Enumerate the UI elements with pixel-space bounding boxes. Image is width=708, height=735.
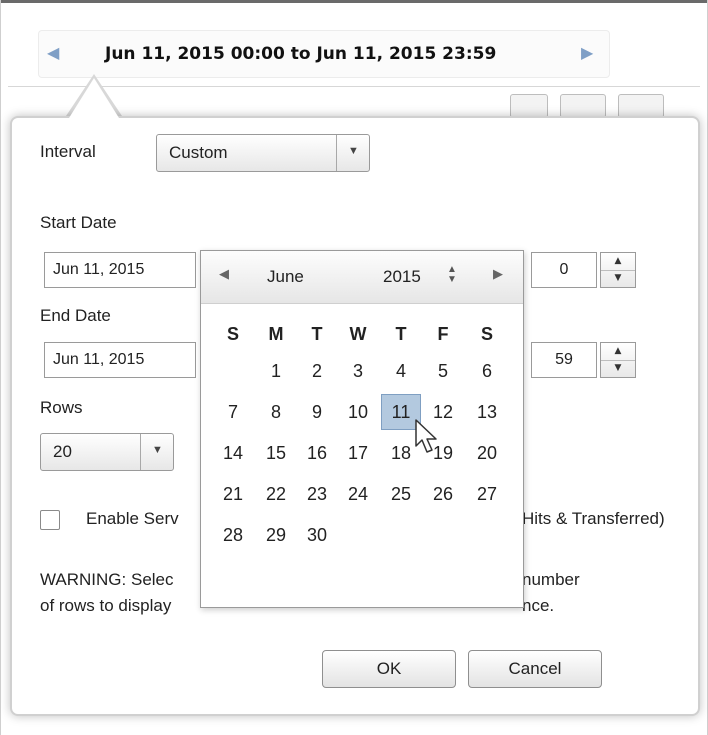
ok-button[interactable]: OK [322,650,456,688]
calendar-day[interactable]: 6 [467,353,507,389]
calendar-day[interactable]: 13 [467,394,507,430]
weekday-header: M [268,324,284,344]
calendar-day[interactable]: 5 [423,353,463,389]
rows-value: 20 [53,442,72,461]
interval-value: Custom [169,143,228,162]
popup-pointer-fill [69,78,119,118]
calendar-header: ◀ June 2015 ▲ ▼ ▶ [201,251,523,304]
spin-up-icon[interactable]: ▲ [601,253,635,271]
background-tool-button [618,94,664,118]
calendar-year[interactable]: 2015 [383,267,421,287]
calendar-month[interactable]: June [267,267,304,287]
calendar-day[interactable]: 23 [297,476,337,512]
date-range-bar: ◀ Jun 11, 2015 00:00 to Jun 11, 2015 23:… [38,30,610,78]
enable-checkbox-label-tail: Hits & Transferred) [522,509,665,528]
spin-down-icon[interactable]: ▼ [601,360,635,377]
previous-range-icon[interactable]: ◀ [47,43,59,62]
chevron-down-icon: ▼ [152,444,163,456]
calendar-day[interactable]: 24 [338,476,378,512]
window-left-border [0,0,1,735]
background-tool-button [510,94,548,118]
previous-month-icon[interactable]: ◀ [219,266,229,282]
warning-text-line1: WARNING: Selec [40,570,174,589]
calendar-day[interactable]: 28 [213,517,253,553]
weekday-header: F [437,324,449,344]
end-date-label: End Date [40,306,111,325]
year-stepper-icon[interactable]: ▲ ▼ [447,265,457,285]
weekday-header: T [311,324,323,344]
background-tool-button [560,94,606,118]
calendar-day[interactable]: 2 [297,353,337,389]
start-time-field[interactable]: 0 [531,252,597,288]
warning-text-line2: of rows to display [40,596,172,615]
warning-text-line2-tail: nce. [522,596,555,615]
start-date-field[interactable]: Jun 11, 2015 [44,252,196,288]
rows-dropdown-toggle[interactable]: ▼ [140,434,173,470]
enable-checkbox-label: Enable Serv [86,509,179,528]
calendar-day[interactable]: 25 [381,476,421,512]
calendar-day[interactable]: 7 [213,394,253,430]
interval-dropdown-toggle[interactable]: ▼ [336,135,369,171]
chevron-down-icon: ▼ [348,145,359,157]
mouse-pointer-icon [415,419,437,453]
weekday-header: W [349,324,367,344]
calendar-day[interactable]: 27 [467,476,507,512]
calendar-day[interactable]: 16 [297,435,337,471]
calendar-day[interactable]: 21 [213,476,253,512]
interval-select[interactable]: Custom ▼ [156,134,370,172]
calendar-day[interactable]: 26 [423,476,463,512]
calendar-day[interactable]: 17 [338,435,378,471]
end-time-spinner[interactable]: ▲ ▼ [600,342,636,378]
weekday-header: S [480,324,493,344]
calendar-day[interactable]: 4 [381,353,421,389]
spin-down-icon[interactable]: ▼ [601,270,635,287]
rows-label: Rows [40,398,83,417]
calendar-day[interactable]: 14 [213,435,253,471]
date-range-text[interactable]: Jun 11, 2015 00:00 to Jun 11, 2015 23:59 [105,44,496,64]
calendar-day[interactable]: 22 [256,476,296,512]
calendar-day[interactable]: 30 [297,517,337,553]
calendar-day[interactable]: 15 [256,435,296,471]
end-date-field[interactable]: Jun 11, 2015 [44,342,196,378]
calendar-day[interactable]: 20 [467,435,507,471]
calendar-day[interactable]: 8 [256,394,296,430]
start-date-label: Start Date [40,213,117,232]
next-month-icon[interactable]: ▶ [493,266,503,282]
spin-up-icon[interactable]: ▲ [601,343,635,361]
weekday-header: T [395,324,407,344]
calendar-day[interactable]: 3 [338,353,378,389]
interval-label: Interval [40,142,96,161]
calendar-day[interactable]: 1 [256,353,296,389]
start-time-spinner[interactable]: ▲ ▼ [600,252,636,288]
calendar-day[interactable]: 10 [338,394,378,430]
rows-select[interactable]: 20 ▼ [40,433,174,471]
calendar-day[interactable]: 29 [256,517,296,553]
next-range-icon[interactable]: ▶ [581,43,593,62]
weekday-header: S [226,324,239,344]
enable-checkbox[interactable] [40,510,60,530]
cancel-button[interactable]: Cancel [468,650,602,688]
warning-text-line1-tail: number [522,570,580,589]
calendar-picker: ◀ June 2015 ▲ ▼ ▶ S M T W T F S 1 2 3 4 5 6 7 8 9 10 11 12 1… [200,250,524,608]
calendar-day[interactable]: 9 [297,394,337,430]
window-top-border [0,0,708,3]
end-time-field[interactable]: 59 [531,342,597,378]
